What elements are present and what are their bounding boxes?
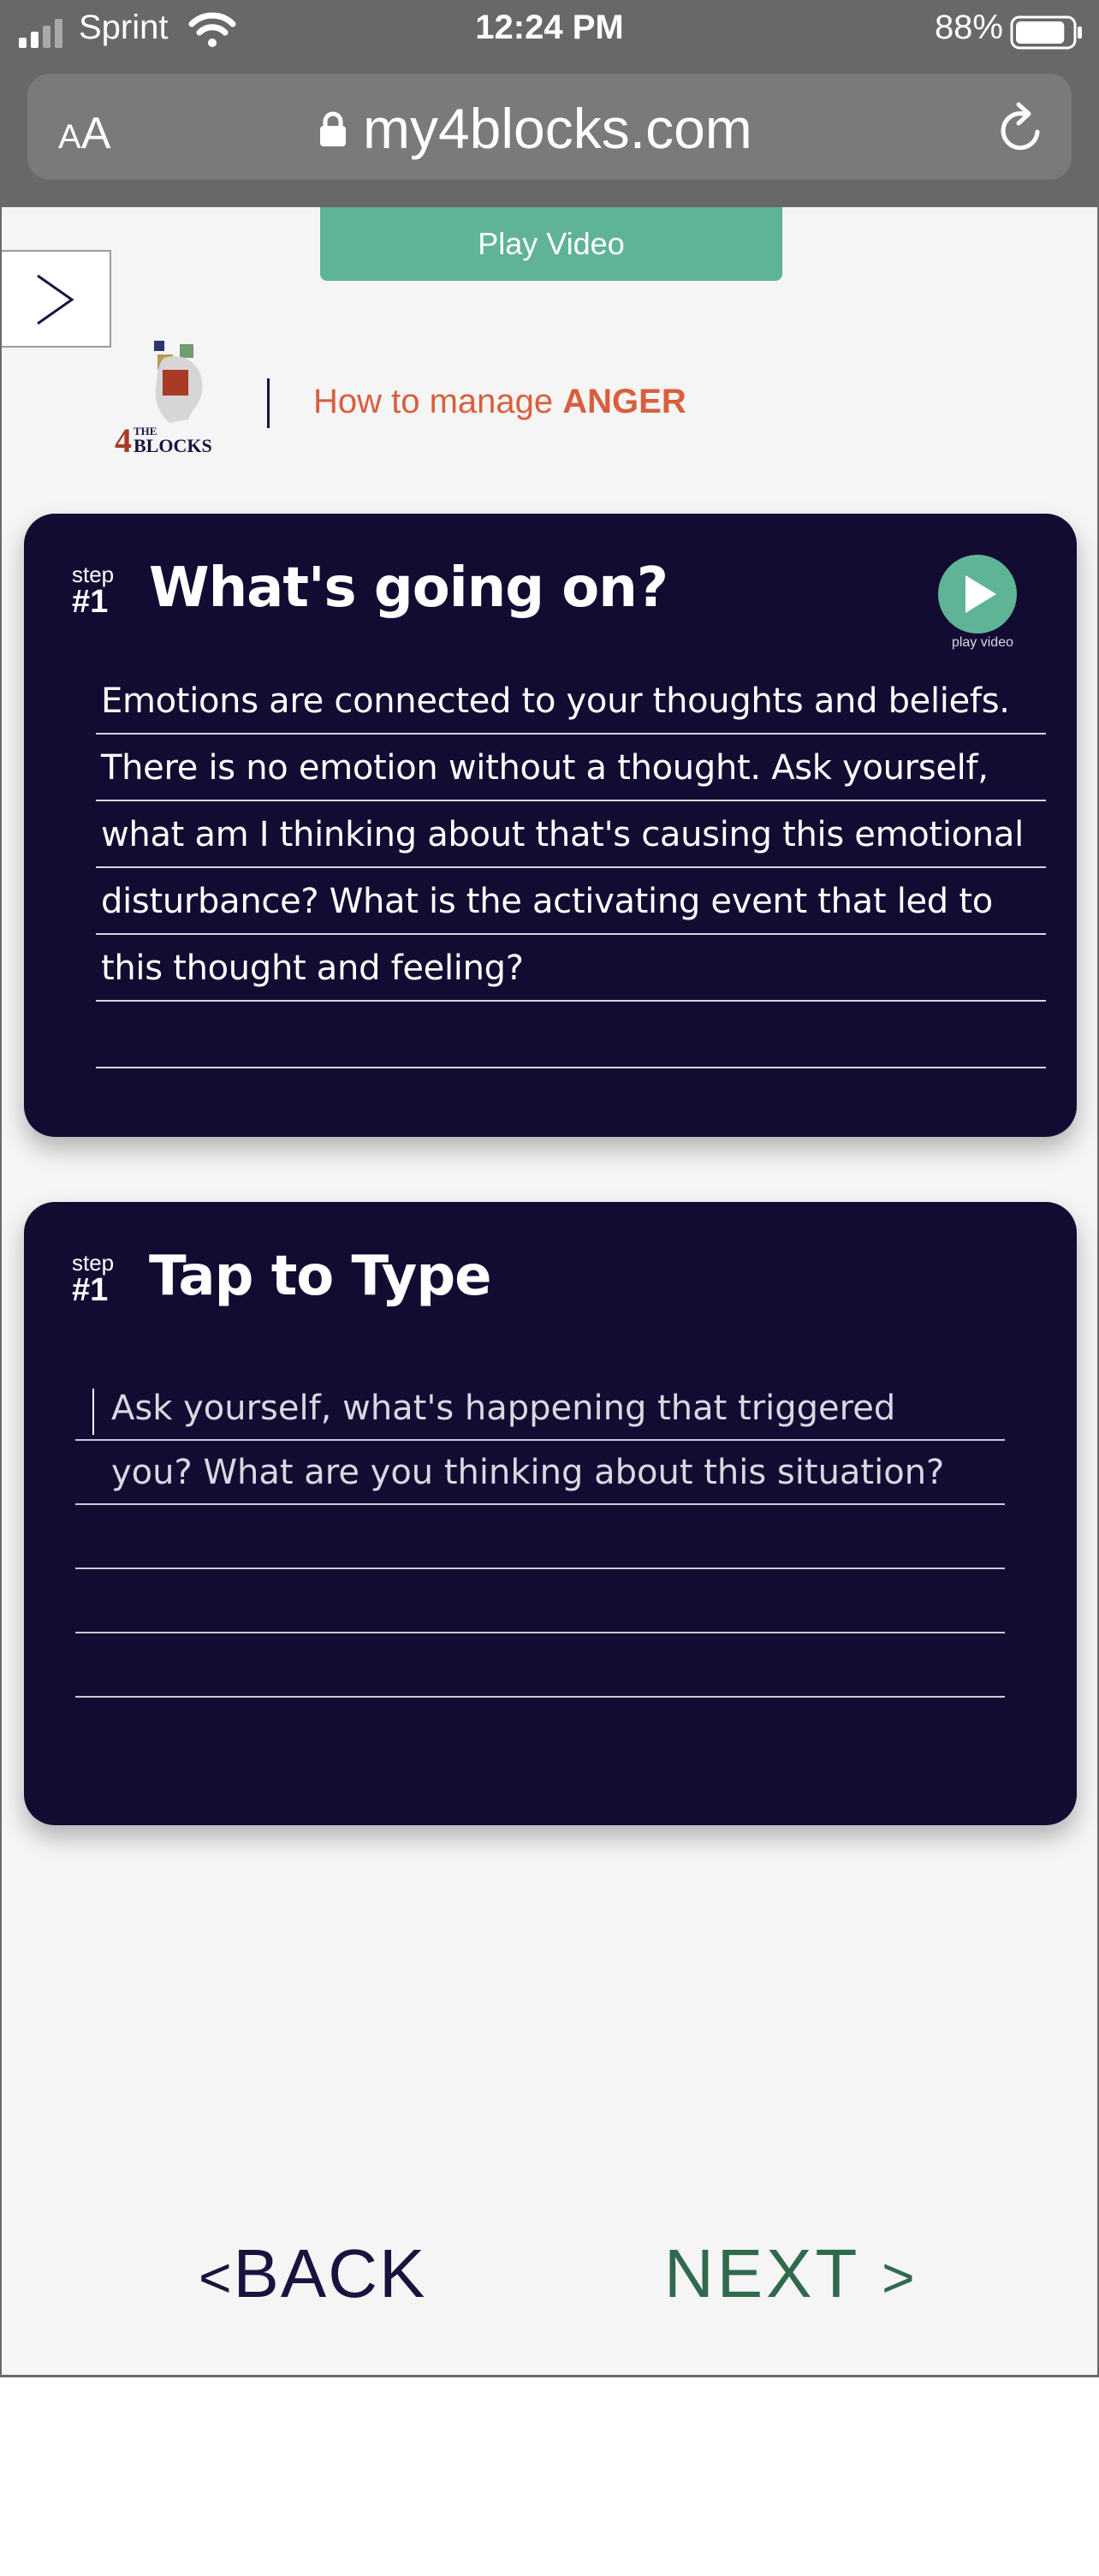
menu-toggle-button[interactable] xyxy=(2,250,111,348)
card-title: What's going on? xyxy=(149,556,668,620)
play-video-caption: play video xyxy=(951,635,1013,650)
svg-text:4: 4 xyxy=(115,421,132,460)
text-size-button[interactable]: AA xyxy=(58,108,110,159)
play-video-button[interactable]: Play Video xyxy=(320,207,782,281)
lock-icon xyxy=(320,111,346,146)
svg-text:BLOCKS: BLOCKS xyxy=(134,435,212,456)
chevron-right-icon: > xyxy=(882,2246,918,2309)
input-card: step #1 Tap to Type Ask yourself, what's… xyxy=(24,1202,1077,1825)
back-button[interactable]: <BACK xyxy=(199,2234,426,2313)
web-page: Play Video 4 THE BLOCKS How to manage AN… xyxy=(0,207,1099,2377)
info-card: step #1 What's going on? play video Emot… xyxy=(24,514,1077,1137)
battery-percent: 88% xyxy=(934,9,1003,46)
response-textarea[interactable]: Ask yourself, what's happening that trig… xyxy=(75,1377,1005,1710)
step-badge: step #1 xyxy=(72,562,115,620)
card-body: Emotions are connected to your thoughts … xyxy=(96,668,1046,1068)
browser-address-bar: AA my4blocks.com xyxy=(0,65,1099,207)
text-caret xyxy=(92,1389,94,1435)
header-divider xyxy=(267,378,270,428)
battery-icon xyxy=(1010,15,1082,50)
chevron-right-icon xyxy=(37,274,74,325)
page-title: How to manage ANGER xyxy=(313,383,686,420)
textarea-placeholder: Ask yourself, what's happening that trig… xyxy=(111,1389,945,1492)
status-bar: Sprint 12:24 PM 88% xyxy=(0,0,1099,65)
step-badge: step #1 xyxy=(72,1250,115,1308)
chevron-left-icon: < xyxy=(199,2246,234,2309)
play-icon xyxy=(965,575,996,613)
card-title: Tap to Type xyxy=(149,1245,492,1308)
reload-icon[interactable] xyxy=(995,101,1048,158)
4blocks-logo: 4 THE BLOCKS xyxy=(115,341,212,460)
url-field[interactable]: AA my4blocks.com xyxy=(27,74,1072,180)
next-button[interactable]: NEXT > xyxy=(664,2234,918,2313)
play-video-icon[interactable] xyxy=(938,555,1017,634)
url-text: my4blocks.com xyxy=(363,97,752,160)
